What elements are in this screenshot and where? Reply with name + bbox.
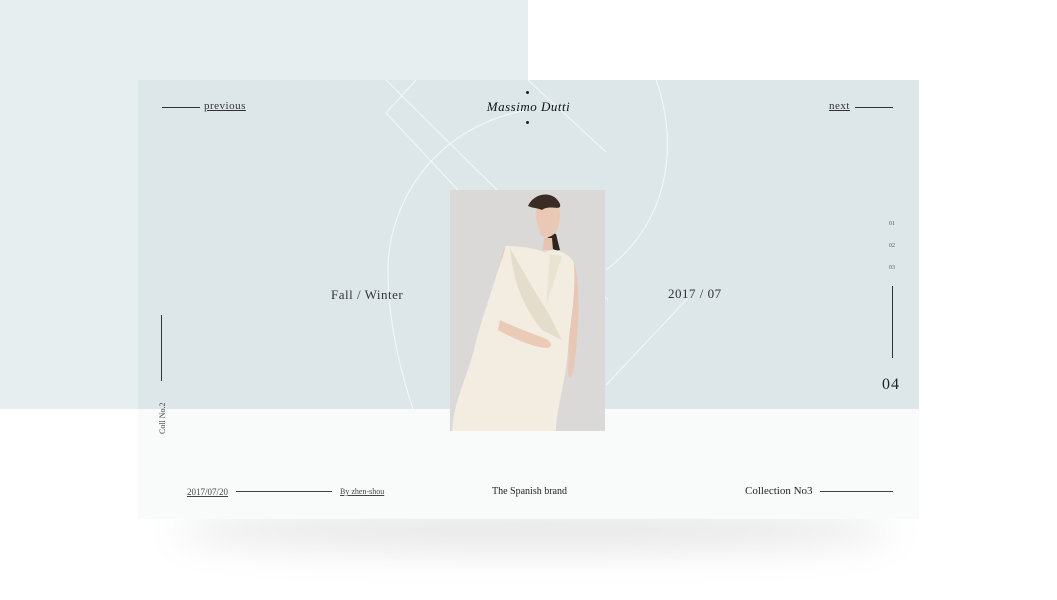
current-page-number: 04	[882, 376, 900, 393]
pager-item-01[interactable]: 01	[889, 221, 895, 227]
footer-author-link[interactable]: By zhen-shou	[340, 487, 384, 496]
footer-line-left	[236, 491, 332, 492]
model-photo	[450, 190, 605, 431]
next-link[interactable]: next	[829, 100, 850, 112]
footer-line-right	[820, 491, 893, 492]
brand-dot-top	[526, 91, 529, 94]
left-vertical-line	[161, 315, 162, 381]
model-illustration	[450, 190, 605, 431]
brand-dot-bottom	[526, 121, 529, 124]
footer-date-link[interactable]: 2017/07/20	[187, 487, 228, 497]
release-date: 2017 / 07	[668, 286, 722, 301]
pager-progress-line	[892, 286, 893, 358]
collection-card: previous Massimo Dutti next Fall / Winte…	[138, 80, 919, 519]
footer-tagline: The Spanish brand	[492, 486, 567, 497]
footer-author: By zhen-shou	[340, 487, 384, 496]
footer-date: 2017/07/20	[187, 487, 228, 497]
next-line	[855, 107, 893, 108]
footer-collection: Collection No3	[745, 485, 813, 497]
collection-vertical-label: Coll No.2	[158, 402, 167, 434]
brand-title: Massimo Dutti	[486, 99, 571, 114]
pager-item-03[interactable]: 03	[889, 265, 895, 271]
pager-item-02[interactable]: 02	[889, 243, 895, 249]
season-label: Fall / Winter	[331, 287, 404, 302]
